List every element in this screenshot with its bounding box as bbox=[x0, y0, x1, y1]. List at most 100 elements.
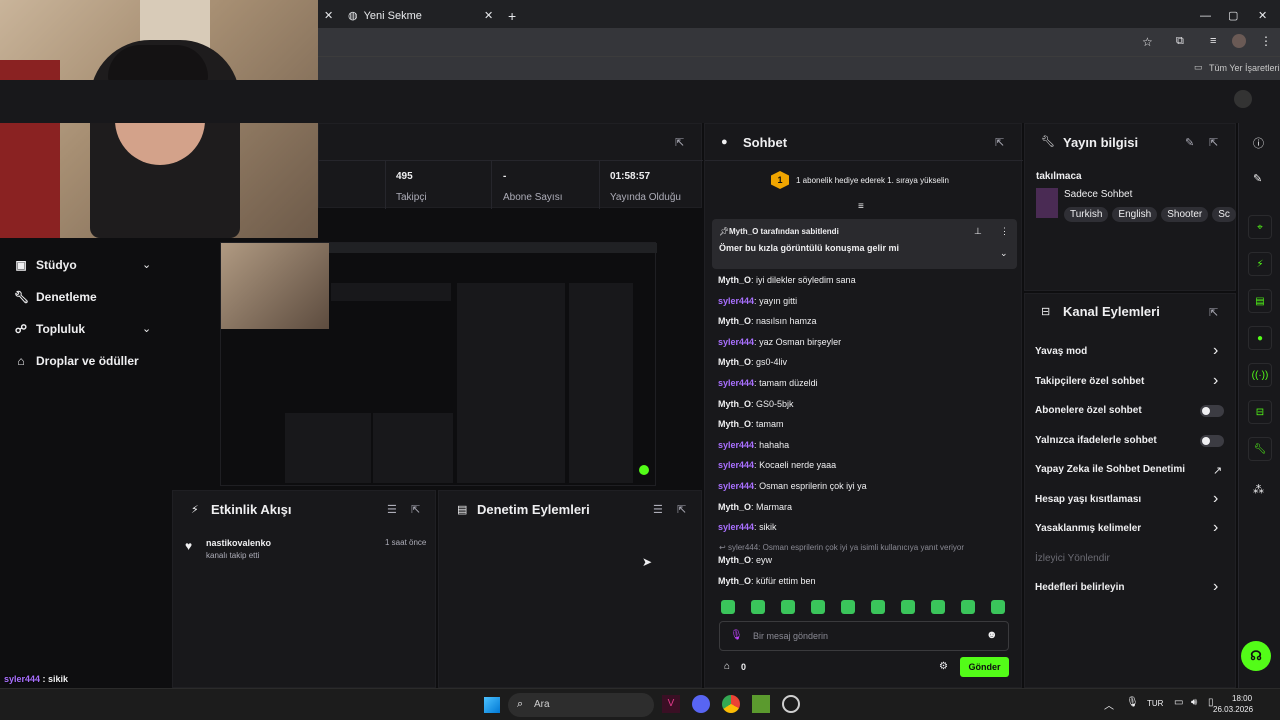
chat-username[interactable]: syler444 bbox=[718, 296, 754, 306]
popout-icon[interactable]: ⇱ bbox=[1209, 306, 1218, 319]
language-indicator[interactable]: TUR bbox=[1147, 699, 1163, 708]
chat-username[interactable]: syler444 bbox=[718, 378, 754, 388]
pinned-message[interactable]: 📌︎ Myth_O tarafından sabitlendi Ömer bu … bbox=[712, 219, 1017, 269]
chat-message[interactable]: syler444: Osman esprilerin çok iyi ya bbox=[718, 481, 867, 491]
chat-username[interactable]: Myth_O bbox=[718, 502, 751, 512]
popout-icon[interactable]: ⇱ bbox=[1209, 136, 1218, 149]
star-icon[interactable]: ☆ bbox=[1142, 35, 1153, 49]
channel-action-label[interactable]: Abonelere özel sohbet bbox=[1035, 405, 1142, 416]
profile-avatar[interactable] bbox=[1232, 34, 1246, 48]
tag[interactable]: Shooter bbox=[1161, 207, 1209, 222]
chat-input[interactable]: 🎙︎ Bir mesaj gönderin ☻ bbox=[719, 621, 1009, 651]
more-options-icon[interactable]: ⋮ bbox=[1000, 226, 1009, 237]
microphone-icon[interactable]: 🎙︎ bbox=[730, 630, 743, 641]
rail-sliders-button[interactable]: ⊟ bbox=[1248, 400, 1272, 424]
channel-action-label[interactable]: İzleyici Yönlendir bbox=[1035, 553, 1110, 564]
channel-action-label[interactable]: Yasaklanmış kelimeler bbox=[1035, 523, 1141, 534]
close-tab-icon[interactable]: ✕ bbox=[484, 3, 493, 28]
extensions-icon[interactable]: ⧉ bbox=[1176, 35, 1184, 48]
emote-button[interactable] bbox=[931, 600, 945, 614]
microphone-icon[interactable]: 🎙︎ bbox=[1126, 697, 1139, 708]
chat-message[interactable]: syler444: yaz Osman birşeyler bbox=[718, 337, 841, 347]
chat-message[interactable]: Myth_O: nasılsın hamza bbox=[718, 316, 817, 326]
emote-button[interactable] bbox=[841, 600, 855, 614]
sidebar-item-community[interactable]: ☍ Topluluk bbox=[14, 322, 85, 336]
emote-button[interactable] bbox=[961, 600, 975, 614]
toggle-switch[interactable] bbox=[1200, 434, 1224, 447]
category-name[interactable]: Sadece Sohbet bbox=[1064, 189, 1132, 200]
settings-gear-icon[interactable]: ⚙︎ bbox=[939, 661, 948, 672]
rail-broadcast-button[interactable]: ((·)) bbox=[1248, 363, 1272, 387]
chat-message[interactable]: Myth_O: küfür ettim ben bbox=[718, 576, 816, 586]
sidebar-item-drops[interactable]: ⌂ Droplar ve ödüller bbox=[14, 354, 138, 368]
chat-username[interactable]: Myth_O bbox=[718, 316, 751, 326]
chat-message[interactable]: Myth_O: gs0-4liv bbox=[718, 357, 787, 367]
minimize-button[interactable]: — bbox=[1200, 3, 1211, 28]
gift-icon[interactable]: ⌂ bbox=[724, 661, 730, 672]
user-avatar[interactable] bbox=[1234, 90, 1252, 108]
rail-wrench-button[interactable]: 🔧︎ bbox=[1248, 437, 1272, 461]
emote-button[interactable] bbox=[721, 600, 735, 614]
chevron-right-icon[interactable]: › bbox=[1213, 578, 1218, 596]
chat-username[interactable]: syler444 bbox=[718, 481, 754, 491]
sidebar-item-moderation[interactable]: 🔧︎ Denetleme bbox=[14, 290, 97, 304]
maximize-button[interactable]: ▢ bbox=[1228, 3, 1238, 28]
emote-button[interactable] bbox=[871, 600, 885, 614]
info-icon[interactable]: ⓘ bbox=[1253, 135, 1264, 151]
chat-username[interactable]: Myth_O bbox=[718, 399, 751, 409]
game-app-icon[interactable] bbox=[752, 695, 770, 713]
clock-date[interactable]: 26.03.2026 bbox=[1213, 705, 1253, 714]
discord-icon[interactable] bbox=[692, 695, 710, 713]
chat-username[interactable]: Myth_O bbox=[718, 419, 751, 429]
support-button[interactable]: ☊ bbox=[1241, 641, 1271, 671]
emote-button[interactable] bbox=[991, 600, 1005, 614]
tag[interactable]: Turkish bbox=[1064, 207, 1109, 222]
chat-message[interactable]: Myth_O: eyw bbox=[718, 555, 772, 565]
chat-message[interactable]: syler444: yayın gitti bbox=[718, 296, 797, 306]
chevron-down-icon[interactable]: ⌄ bbox=[1000, 248, 1008, 259]
all-bookmarks-link[interactable]: Tüm Yer İşaretleri bbox=[1209, 63, 1280, 73]
menu-dots-icon[interactable]: ⋮ bbox=[1260, 34, 1272, 48]
close-tab-icon[interactable]: ✕ bbox=[324, 3, 333, 28]
emoji-icon[interactable]: ☻ bbox=[986, 629, 998, 641]
rail-document-button[interactable]: ▤ bbox=[1248, 289, 1272, 313]
chat-username[interactable]: syler444 bbox=[718, 522, 754, 532]
media-icon[interactable]: ≡ bbox=[1210, 35, 1216, 47]
close-window-button[interactable]: ✕ bbox=[1258, 3, 1267, 28]
popout-icon[interactable]: ⇱ bbox=[677, 503, 686, 516]
clock-time[interactable]: 18:00 bbox=[1232, 694, 1252, 703]
unpin-icon[interactable]: ⊥ bbox=[974, 226, 982, 237]
chevron-down-icon[interactable]: ⌄ bbox=[142, 258, 151, 271]
edit-icon[interactable]: ✎ bbox=[1253, 172, 1262, 185]
chevron-down-icon[interactable]: ⌄ bbox=[142, 322, 151, 335]
chat-message[interactable]: Myth_O: iyi dilekler söyledim sana bbox=[718, 275, 856, 285]
chat-message[interactable]: Myth_O: tamam bbox=[718, 419, 784, 429]
popout-icon[interactable]: ⇱ bbox=[411, 503, 420, 516]
emote-button[interactable] bbox=[811, 600, 825, 614]
windows-start-icon[interactable] bbox=[484, 697, 500, 713]
channel-action-label[interactable]: Yalnızca ifadelerle sohbet bbox=[1035, 435, 1157, 446]
app-icon[interactable]: V bbox=[662, 695, 680, 713]
chat-username[interactable]: Myth_O bbox=[718, 555, 751, 565]
emote-button[interactable] bbox=[751, 600, 765, 614]
sub-banner-text[interactable]: 1 abonelik hediye ederek 1. sıraya yükse… bbox=[796, 176, 949, 185]
filter-icon[interactable]: ☰ bbox=[387, 503, 397, 516]
chat-username[interactable]: Myth_O bbox=[718, 275, 751, 285]
chat-username[interactable]: syler444 bbox=[718, 460, 754, 470]
chevron-up-icon[interactable]: ︿ bbox=[1104, 697, 1114, 712]
channel-action-label[interactable]: Hedefleri belirleyin bbox=[1035, 582, 1124, 593]
channel-action-label[interactable]: Yavaş mod bbox=[1035, 346, 1087, 357]
event-user[interactable]: nastikovalenko bbox=[206, 538, 271, 548]
browser-tab[interactable]: ◍ Yeni Sekme bbox=[348, 3, 496, 28]
sidebar-item-studio[interactable]: ▣ Stüdyo bbox=[14, 258, 76, 272]
toggle-switch[interactable] bbox=[1200, 405, 1224, 417]
rail-target-button[interactable]: ⌖ bbox=[1248, 215, 1272, 239]
chat-username[interactable]: Myth_O bbox=[718, 357, 751, 367]
channel-action-label[interactable]: Yapay Zeka ile Sohbet Denetimi bbox=[1035, 464, 1185, 475]
channel-action-label[interactable]: Takipçilere özel sohbet bbox=[1035, 376, 1144, 387]
chevron-right-icon[interactable]: › bbox=[1213, 490, 1218, 508]
chat-message[interactable]: syler444: Kocaeli nerde yaaa bbox=[718, 460, 836, 470]
chat-message[interactable]: Myth_O: GS0-5bjk bbox=[718, 399, 794, 409]
chevron-right-icon[interactable]: › bbox=[1213, 372, 1218, 390]
edit-icon[interactable]: ✎ bbox=[1185, 136, 1194, 149]
